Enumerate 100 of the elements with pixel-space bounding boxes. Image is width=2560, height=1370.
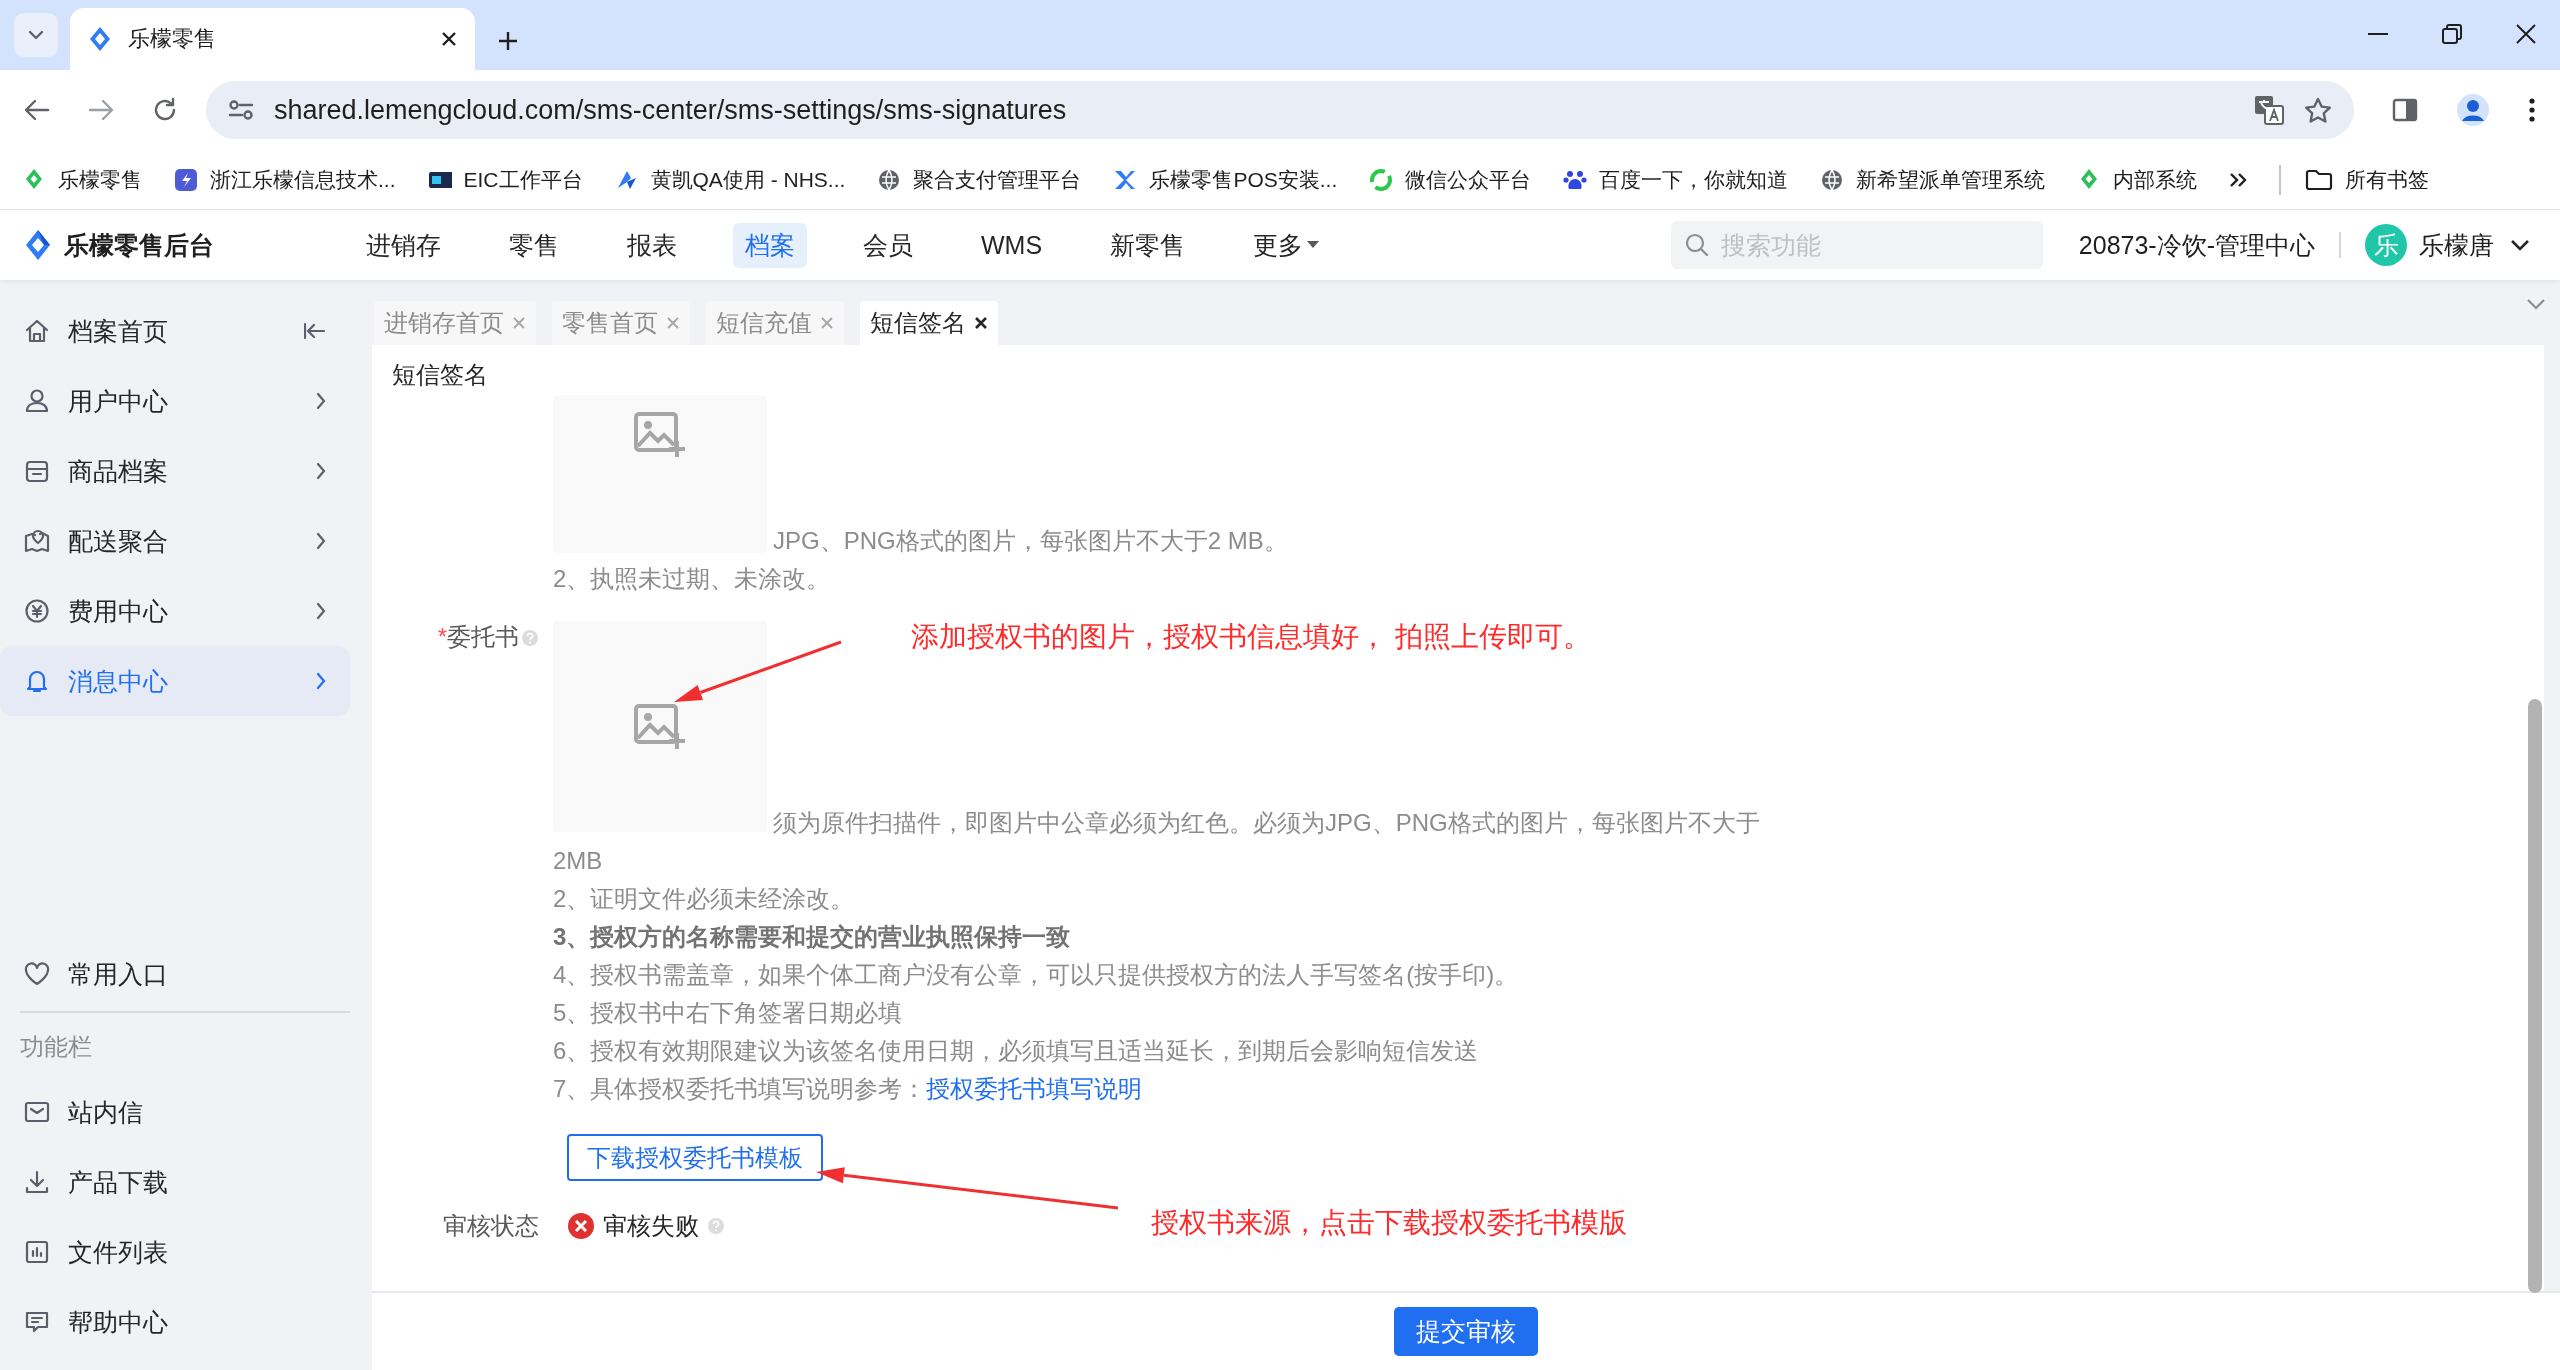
bookmark-link[interactable]: 微信公众平台 <box>1405 165 1532 194</box>
nav-item[interactable]: 零售 <box>497 222 571 268</box>
image-add-icon <box>633 702 687 751</box>
chevron-right-icon <box>316 462 326 480</box>
hint-text: 7、具体授权委托书填写说明参考：授权委托书填写说明 <box>553 1074 1144 1104</box>
reload-icon[interactable] <box>152 97 178 123</box>
bar-chart-icon <box>24 1239 50 1265</box>
bookmark-link[interactable]: 新希望派单管理系统 <box>1856 165 2046 194</box>
bookmark-link[interactable]: 浙江乐檬信息技术... <box>210 165 396 194</box>
map-icon <box>24 528 50 554</box>
sidebar-item[interactable]: 站内信 <box>0 1077 350 1147</box>
close-icon[interactable] <box>441 31 457 47</box>
bookmark-link[interactable]: 黄凯QA使用 - NHS... <box>650 165 846 194</box>
caret-down-icon <box>1307 241 1320 249</box>
annotation-text: 添加授权书的图片，授权书信息填好， 拍照上传即可。 <box>911 620 1591 654</box>
bookmark-link[interactable]: EIC工作平台 <box>463 165 583 194</box>
diamond-logo-icon <box>88 26 112 52</box>
site-settings-icon[interactable] <box>228 99 254 121</box>
mail-icon <box>24 1099 50 1125</box>
sidebar-item[interactable]: 产品下载 <box>0 1147 350 1217</box>
close-icon[interactable] <box>974 316 988 330</box>
box-icon <box>24 458 50 484</box>
sidebar-item[interactable]: 消息中心 <box>0 646 350 716</box>
sidebar-item[interactable]: 用户中心 <box>0 366 350 436</box>
sidebar-item[interactable]: 文件列表 <box>0 1217 350 1287</box>
field-label: 审核状态 <box>443 1211 539 1241</box>
translate-icon[interactable] <box>2254 95 2284 125</box>
sidebar-item[interactable]: 配送聚合 <box>0 506 350 576</box>
page-tab[interactable]: 短信签名 <box>860 301 998 345</box>
user-name[interactable]: 乐檬唐 <box>2419 228 2494 262</box>
sidebar-item[interactable]: 常用入口 <box>0 939 350 1009</box>
hint-text: 2、执照未过期、未涂改。 <box>553 564 832 594</box>
nav-item[interactable]: 档案 <box>733 222 807 268</box>
hint-text: 2MB <box>553 846 604 876</box>
back-arrow-icon[interactable] <box>24 98 50 122</box>
status-text: 审核失败 <box>603 1211 699 1241</box>
bookmark-link[interactable]: 聚合支付管理平台 <box>913 165 1082 194</box>
sidebar-item[interactable]: 帮助中心 <box>0 1287 350 1357</box>
yen-icon <box>24 598 50 624</box>
folder-icon[interactable] <box>2305 168 2334 191</box>
collapse-icon[interactable] <box>304 322 326 340</box>
side-panel-icon[interactable] <box>2392 98 2418 122</box>
chevron-right-icon <box>316 532 326 550</box>
diamond-logo-icon <box>24 229 52 261</box>
scrollbar-thumb[interactable] <box>2528 699 2542 1293</box>
close-icon[interactable] <box>2516 24 2536 44</box>
store-selector[interactable]: 20873-冷饮-管理中心 <box>2078 228 2315 262</box>
chat-icon <box>24 1309 50 1335</box>
field-label: *委托书 <box>437 622 519 652</box>
nav-item[interactable]: 进销存 <box>354 222 453 268</box>
profile-avatar-icon[interactable] <box>2456 93 2490 127</box>
bookmark-favicon-icon[interactable] <box>877 167 902 192</box>
minimize-icon[interactable] <box>2368 32 2388 36</box>
nav-item[interactable]: 会员 <box>851 222 925 268</box>
annotation-text: 授权书来源，点击下载授权委托书模版 <box>1151 1206 1627 1240</box>
star-icon[interactable] <box>2304 96 2332 124</box>
hint-text: 须为原件扫描件，即图片中公章必须为红色。必须为JPG、PNG格式的图片，每张图片不大于 <box>772 808 1761 838</box>
double-chevron-icon[interactable] <box>2229 170 2248 189</box>
sidebar-item[interactable]: 商品档案 <box>0 436 350 506</box>
home-icon <box>24 318 50 344</box>
user-icon <box>24 388 50 414</box>
forward-arrow-icon[interactable] <box>88 98 114 122</box>
browser-tab[interactable]: 乐檬零售 <box>70 8 475 70</box>
chevron-down-icon[interactable] <box>2510 239 2530 251</box>
plus-icon[interactable] <box>497 30 519 52</box>
hint-text: 4、授权书需盖章，如果个体工商户没有公章，可以只提供授权方的法人手写签名(按手印)。 <box>553 960 1520 990</box>
bookmark-link[interactable]: 百度一下，你就知道 <box>1599 165 1789 194</box>
download-icon <box>24 1169 50 1195</box>
bell-icon <box>24 668 50 694</box>
bookmark-link[interactable]: 乐檬零售POS安装... <box>1149 165 1338 194</box>
chevron-down-icon <box>27 29 45 41</box>
chevron-right-icon <box>316 602 326 620</box>
chevron-right-icon <box>316 672 326 690</box>
hint-text: 5、授权书中右下角签署日期必填 <box>553 998 904 1028</box>
address-bar[interactable]: shared.lemengcloud.com/sms-center/sms-settings/sms-signatures <box>206 81 2354 139</box>
menu-icon[interactable] <box>2528 97 2536 123</box>
restore-icon[interactable] <box>2442 24 2462 44</box>
bookmark-link[interactable]: 内部系统 <box>2113 165 2198 194</box>
nav-item[interactable]: WMS <box>969 222 1055 268</box>
download-template-button[interactable]: 下载授权委托书模板 <box>567 1134 823 1181</box>
nav-item[interactable]: 更多 <box>1241 222 1332 268</box>
bookmark-link[interactable]: 乐檬零售 <box>58 165 142 194</box>
hint-text: 6、授权有效期限建议为该签名使用日期，必须填写且适当延长，到期后会影响短信发送 <box>553 1036 1480 1066</box>
image-add-icon <box>633 411 687 459</box>
help-link[interactable]: 授权委托书填写说明 <box>926 1075 1143 1102</box>
tab-list-button[interactable] <box>14 13 58 57</box>
hint-text: 3、授权方的名称需要和提交的营业执照保持一致 <box>553 922 1072 952</box>
nav-item[interactable]: 新零售 <box>1098 222 1198 268</box>
nav-item[interactable]: 报表 <box>615 222 689 268</box>
submit-button[interactable]: 提交审核 <box>1394 1307 1538 1356</box>
hint-text: 2、证明文件必须未经涂改。 <box>553 884 856 914</box>
app-logo-text: 乐檬零售后台 <box>64 229 214 261</box>
heart-icon <box>24 962 50 986</box>
hint-text: JPG、PNG格式的图片，每张图片不大于2 MB。 <box>772 526 1289 556</box>
section-title: 功能栏 <box>19 1032 93 1062</box>
bookmark-favicon-icon[interactable] <box>1820 167 1845 192</box>
sidebar-item[interactable]: 费用中心 <box>0 576 350 646</box>
sidebar-item[interactable]: 档案首页 <box>0 296 350 366</box>
section-heading: 短信签名 <box>392 360 489 390</box>
bookmark-folder[interactable]: 所有书签 <box>2345 165 2430 194</box>
